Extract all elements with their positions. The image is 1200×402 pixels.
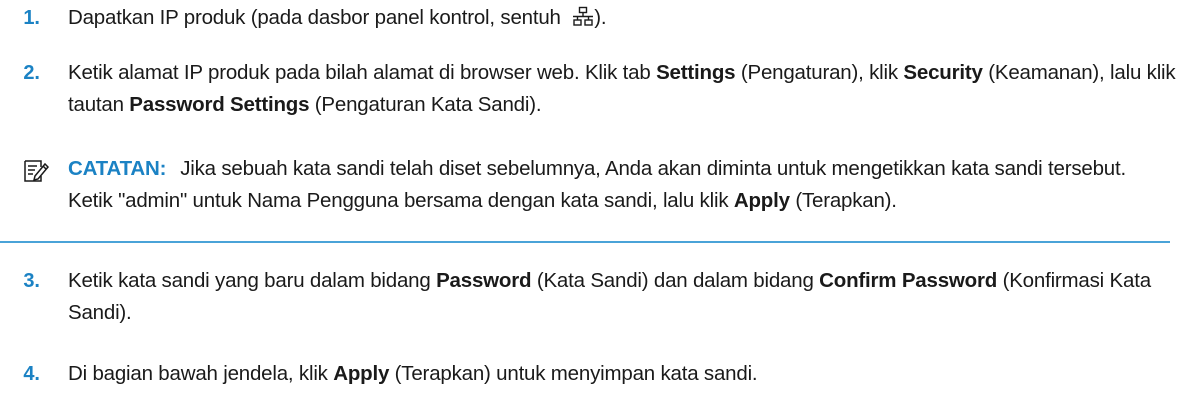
step-number: 1.	[23, 7, 40, 29]
step-text: Dapatkan IP produk (pada dasbor panel ko…	[68, 2, 1188, 34]
step-text-part: (Pengaturan Kata Sandi).	[309, 93, 542, 116]
step-text: Ketik kata sandi yang baru dalam bidang …	[68, 265, 1188, 329]
note-pencil-icon	[24, 160, 49, 182]
step-text: Di bagian bawah jendela, klik Apply (Ter…	[68, 358, 1188, 390]
note-box: CATATAN: Jika sebuah kata sandi telah dis…	[0, 153, 1170, 243]
step-text-part: Di bagian bawah jendela, klik	[68, 362, 334, 385]
step-text-part: Ketik alamat IP produk pada bilah alamat…	[68, 61, 657, 84]
settings-tab-label: Settings	[656, 61, 736, 84]
step-text-part: (Kata Sandi) dan dalam bidang	[531, 269, 820, 292]
note-label: CATATAN:	[68, 157, 167, 180]
step-text-part: (Pengaturan), klik	[735, 61, 904, 84]
step-text-part: (Terapkan) untuk menyimpan kata sandi.	[389, 362, 758, 385]
network-icon	[573, 6, 594, 26]
password-field-label: Password	[436, 269, 532, 292]
confirm-password-field-label: Confirm Password	[819, 269, 998, 292]
note-text-part: Jika sebuah kata sandi telah diset sebel…	[68, 157, 1127, 212]
apply-label: Apply	[733, 189, 790, 212]
document-page: 1. Dapatkan IP produk (pada dasbor panel…	[0, 0, 1200, 402]
step-text-part: Dapatkan IP produk (pada dasbor panel ko…	[68, 6, 567, 29]
step-number: 3.	[23, 270, 40, 292]
step-text: Ketik alamat IP produk pada bilah alamat…	[68, 57, 1188, 121]
note-text-part: (Terapkan).	[789, 189, 897, 212]
step-number: 4.	[23, 363, 40, 385]
step-text-part: ).	[594, 6, 607, 29]
step-number: 2.	[23, 62, 40, 84]
password-settings-label: Password Settings	[129, 93, 310, 116]
security-label: Security	[903, 61, 983, 84]
apply-label: Apply	[333, 362, 390, 385]
step-text-part: Ketik kata sandi yang baru dalam bidang	[68, 269, 437, 292]
note-text: CATATAN: Jika sebuah kata sandi telah dis…	[68, 153, 1168, 217]
